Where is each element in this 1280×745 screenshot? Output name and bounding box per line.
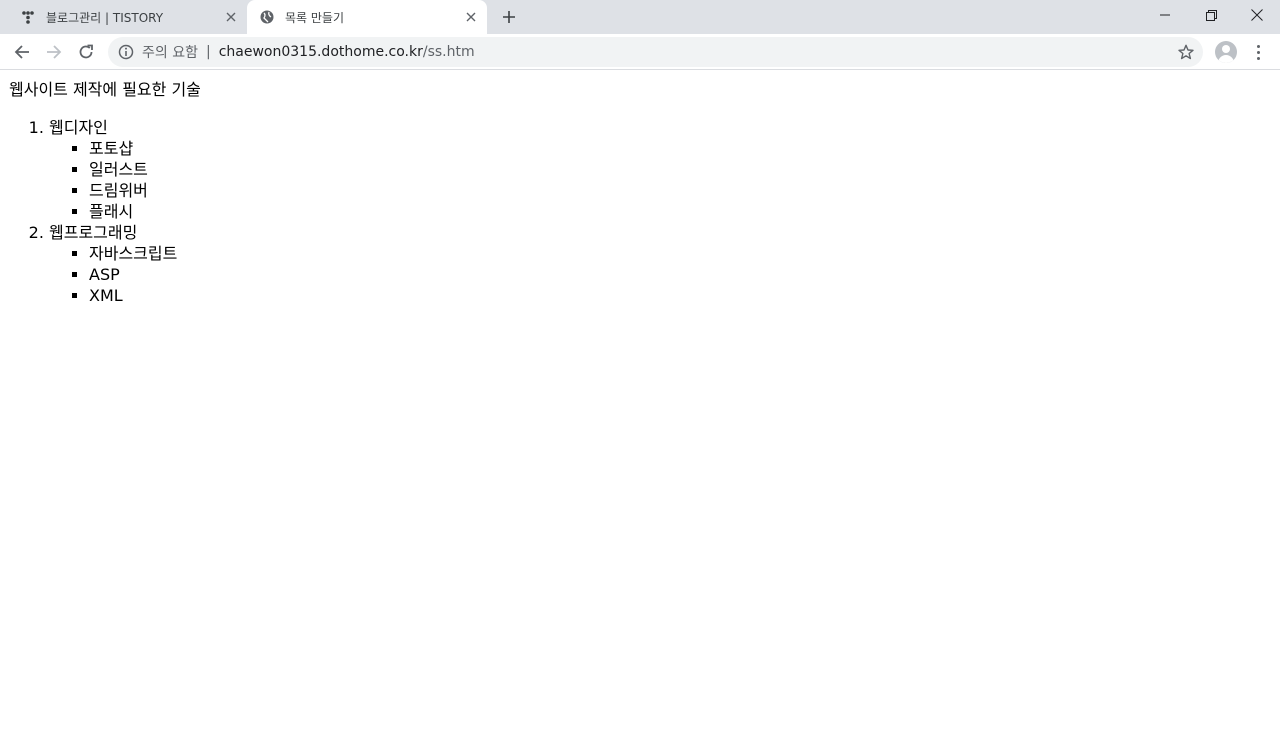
sub-list: 포토샵 일러스트 드림위버 플래시 (49, 138, 177, 222)
tistory-icon (20, 9, 36, 25)
reload-button[interactable] (72, 38, 100, 66)
close-window-button[interactable] (1234, 0, 1280, 30)
reload-icon (79, 44, 93, 59)
sub-list-item: 드림위버 (89, 180, 177, 201)
browser-toolbar: 주의 요함 | chaewon0315.dothome.co.kr/ss.htm (0, 34, 1280, 70)
list-item-label: 웹프로그래밍 (49, 223, 138, 242)
restore-button[interactable] (1188, 0, 1234, 30)
sub-list-item: 일러스트 (89, 159, 177, 180)
list-item: 웹프로그래밍 자바스크립트 ASP XML (49, 222, 177, 306)
restore-icon (1205, 9, 1217, 21)
tab-title: 목록 만들기 (285, 10, 345, 25)
tab-strip: 블로그관리 | TISTORY 목록 만들기 (0, 0, 1280, 34)
profile-avatar-icon[interactable] (1215, 41, 1237, 63)
bookmark-star-icon[interactable] (1177, 43, 1195, 61)
back-button[interactable] (8, 38, 36, 66)
address-bar[interactable]: 주의 요함 | chaewon0315.dothome.co.kr/ss.htm (108, 37, 1203, 67)
forward-button[interactable] (40, 38, 68, 66)
url-host[interactable]: chaewon0315.dothome.co.kr (219, 44, 423, 60)
sub-list-item: 포토샵 (89, 138, 177, 159)
sub-list-item: ASP (89, 264, 177, 285)
list-item: 웹디자인 포토샵 일러스트 드림위버 플래시 (49, 117, 177, 222)
page-heading: 웹사이트 제작에 필요한 기술 (9, 80, 201, 99)
tab-tistory[interactable]: 블로그관리 | TISTORY (8, 0, 247, 34)
ordered-list: 웹디자인 포토샵 일러스트 드림위버 플래시 웹프로그래밍 자바스크립트 ASP… (9, 117, 177, 306)
close-icon[interactable] (461, 7, 481, 27)
globe-icon (259, 9, 275, 25)
kebab-menu-icon[interactable] (1250, 42, 1266, 62)
info-icon[interactable] (118, 44, 134, 60)
plus-icon (503, 11, 515, 23)
security-warning[interactable]: 주의 요함 (142, 42, 198, 62)
sub-list-item: 자바스크립트 (89, 243, 177, 264)
minimize-button[interactable] (1142, 0, 1188, 30)
new-tab-button[interactable] (497, 5, 521, 29)
close-icon (1251, 9, 1263, 21)
sub-list: 자바스크립트 ASP XML (49, 243, 177, 306)
tab-title: 블로그관리 | TISTORY (46, 10, 164, 25)
minimize-icon (1160, 14, 1170, 16)
list-item-label: 웹디자인 (49, 118, 108, 137)
close-icon[interactable] (221, 7, 241, 27)
page-content: 웹사이트 제작에 필요한 기술 웹디자인 포토샵 일러스트 드림위버 플래시 웹… (0, 71, 1280, 745)
back-arrow-icon (14, 45, 29, 59)
address-separator: | (205, 44, 211, 60)
tab-list-page[interactable]: 목록 만들기 (247, 0, 487, 34)
forward-arrow-icon (47, 45, 62, 59)
sub-list-item: XML (89, 285, 177, 306)
sub-list-item: 플래시 (89, 201, 177, 222)
url-path[interactable]: /ss.htm (423, 44, 475, 60)
